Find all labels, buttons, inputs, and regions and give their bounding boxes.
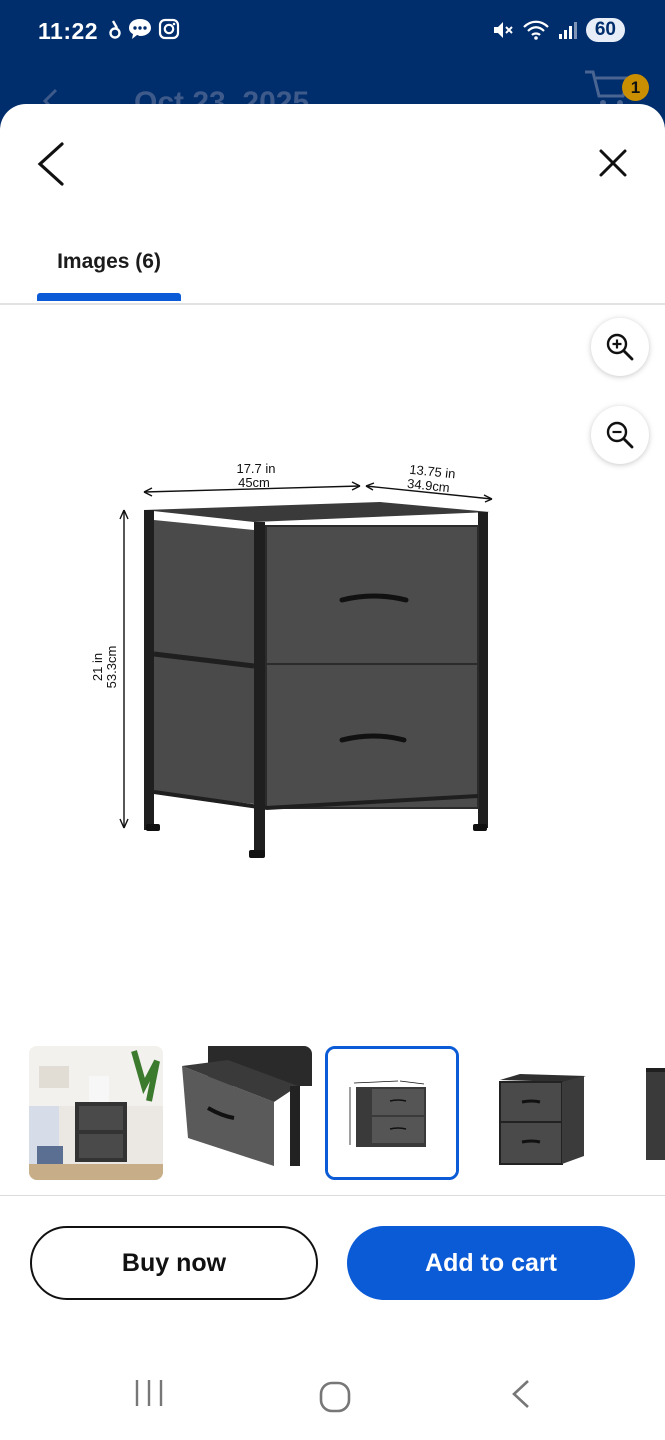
active-tab-indicator [37,293,181,301]
width-inches-label: 17.7 in [236,461,275,476]
close-button[interactable] [594,144,632,182]
thumbnail-open-drawer[interactable] [178,1046,312,1180]
zoom-out-icon [606,421,634,449]
height-cm-label: 53.3cm [104,646,119,689]
tab-images[interactable]: Images (6) [37,238,181,274]
chat-bubble-icon [129,19,151,39]
buy-now-button[interactable]: Buy now [30,1226,318,1300]
thumbnail-side-view[interactable] [624,1046,665,1180]
signal-icon [558,22,577,39]
product-main-image[interactable]: 17.7 in 45cm 13.75 in 34.9cm 21 in 53.3c… [80,444,520,864]
height-inches-label: 21 in [90,653,105,681]
zoom-in-icon [606,333,634,361]
side-view-image [624,1046,665,1180]
status-time: 11:22 [38,18,99,44]
front-view-image [476,1046,610,1180]
drop-icon [109,20,121,39]
tab-divider [0,303,665,305]
system-nav-bar [0,1360,665,1440]
image-viewer-sheet: Images (6) 17.7 in 45cm 13.75 in 34.9cm … [0,104,665,1440]
thumbnail-room-scene[interactable] [29,1046,163,1180]
width-cm-label: 45cm [238,475,270,490]
thumbnail-dimensions[interactable] [325,1046,459,1180]
zoom-out-button[interactable] [591,406,649,464]
thumbnail-strip [0,1044,665,1184]
zoom-in-button[interactable] [591,318,649,376]
system-back-icon[interactable] [508,1378,534,1410]
wifi-icon [523,20,549,40]
add-to-cart-button[interactable]: Add to cart [347,1226,635,1300]
thumbnail-front-view[interactable] [476,1046,610,1180]
tab-images-label: Images (6) [57,250,161,273]
depth-cm-label: 34.9cm [406,476,450,495]
back-button[interactable] [30,138,74,190]
home-icon[interactable] [318,1380,352,1414]
battery-level: 60 [585,18,625,42]
cart-count-badge: 1 [622,74,649,101]
status-icons-left [108,18,180,40]
status-icons-right: 60 [492,18,625,42]
recent-apps-icon[interactable] [134,1378,164,1408]
thumbnail-divider [0,1195,665,1196]
mute-icon [493,22,513,38]
dimensions-image [328,1049,456,1177]
open-drawer-image [178,1046,312,1180]
instagram-icon [158,18,180,40]
room-scene-image [29,1046,163,1180]
